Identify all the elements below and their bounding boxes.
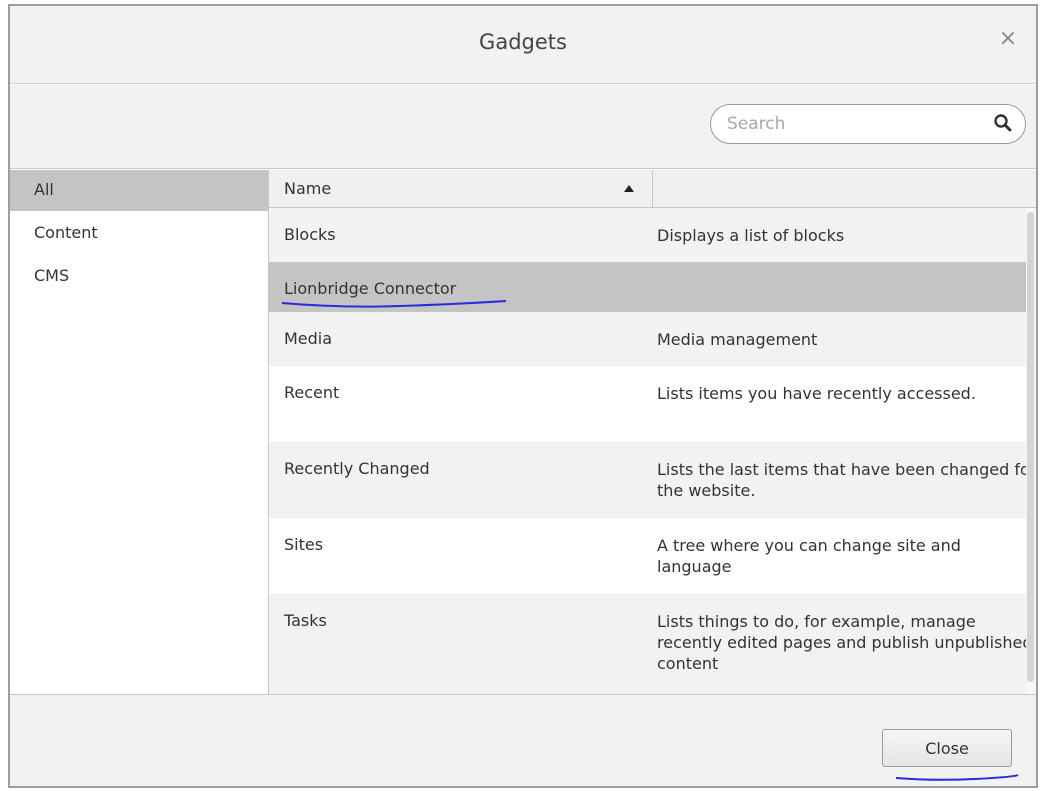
gadget-name: Recent: [284, 383, 340, 402]
gadget-description: Media management: [657, 330, 818, 349]
annotation-underline: [281, 300, 507, 308]
gadget-description: Lists items you have recently accessed.: [657, 384, 976, 403]
dialog-toolbar: [10, 85, 1036, 169]
close-button[interactable]: Close: [882, 729, 1012, 767]
annotation-underline: [895, 774, 1019, 781]
gadgets-dialog: Gadgets × All Content CMS Name: [8, 4, 1038, 788]
table-row[interactable]: Blocks Displays a list of blocks: [269, 208, 1026, 262]
sort-ascending-icon: [624, 185, 634, 192]
search-icon[interactable]: [993, 113, 1013, 133]
column-header-name[interactable]: Name: [269, 170, 653, 208]
gadget-name: Sites: [284, 535, 324, 554]
gadget-description: A tree where you can change site and lan…: [657, 536, 961, 576]
table-row[interactable]: Recently Changed Lists the last items th…: [269, 442, 1036, 518]
gadget-description: Displays a list of blocks: [657, 226, 845, 245]
table-row[interactable]: Tasks Lists things to do, for example, m…: [269, 594, 1033, 694]
sidebar-item-all[interactable]: All: [10, 170, 268, 211]
table-row[interactable]: Recent Lists items you have recently acc…: [269, 366, 1026, 442]
gadget-name: Blocks: [284, 225, 336, 244]
gadget-name: Lionbridge Connector: [284, 279, 457, 298]
table-row[interactable]: Sites A tree where you can change site a…: [269, 518, 1026, 594]
gadget-name: Tasks: [284, 611, 327, 630]
gadget-description: Lists the last items that have been chan…: [657, 460, 1036, 500]
gadget-grid: Name Blocks Displays a list of blocks Li…: [269, 170, 1036, 694]
scrollbar-thumb[interactable]: [1027, 212, 1034, 682]
sidebar-item-cms[interactable]: CMS: [10, 254, 268, 297]
dialog-footer: Close: [10, 694, 1036, 786]
table-row[interactable]: Media Media management: [269, 312, 1026, 366]
sidebar-item-label: All: [34, 180, 54, 199]
gadget-name: Media: [284, 329, 333, 348]
close-icon[interactable]: ×: [994, 25, 1022, 53]
sidebar-item-content[interactable]: Content: [10, 211, 268, 254]
gadget-name: Recently Changed: [284, 459, 430, 478]
sidebar-item-label: Content: [34, 223, 98, 242]
grid-scrollbar[interactable]: [1026, 208, 1036, 694]
sidebar-item-label: CMS: [34, 266, 70, 285]
category-sidebar: All Content CMS: [10, 170, 269, 694]
table-row-selected[interactable]: Lionbridge Connector: [269, 262, 1026, 312]
gadget-description: Lists things to do, for example, manage …: [657, 612, 1033, 673]
grid-rows: Blocks Displays a list of blocks Lionbri…: [269, 208, 1036, 694]
column-header-label: Name: [284, 179, 332, 198]
grid-header: Name: [269, 170, 1036, 208]
dialog-titlebar: Gadgets ×: [10, 6, 1036, 84]
search-box[interactable]: [710, 104, 1026, 144]
search-input[interactable]: [727, 105, 977, 143]
dialog-title: Gadgets: [479, 30, 567, 54]
